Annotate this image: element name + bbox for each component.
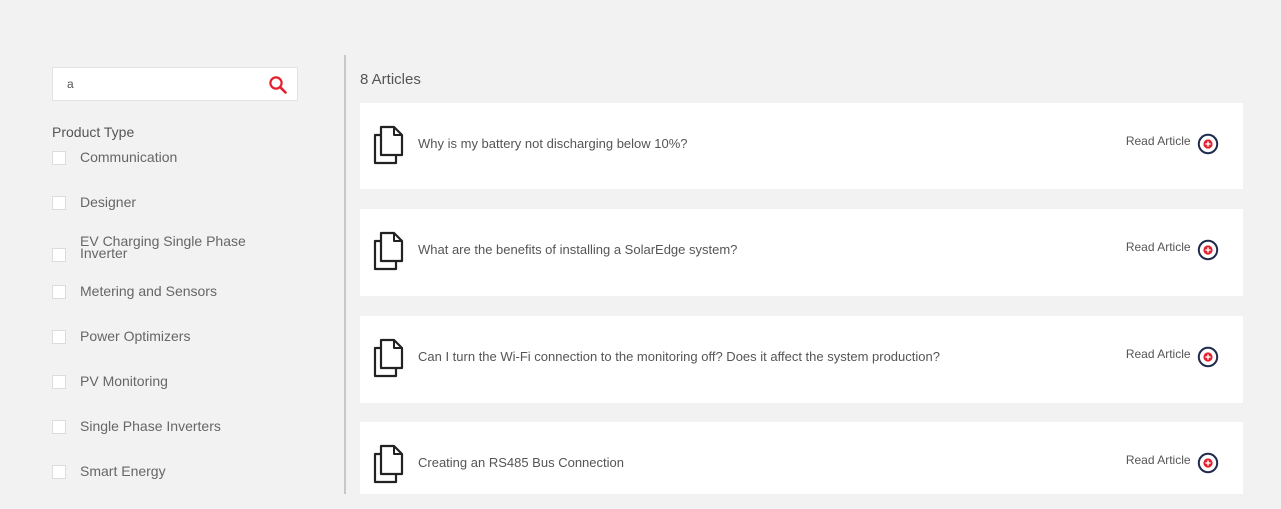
filter-label: EV Charging Single Phase Inverter: [80, 233, 246, 261]
filter-label: PV Monitoring: [80, 373, 168, 389]
read-article-link[interactable]: Read Article: [1126, 346, 1219, 368]
filter-item-metering[interactable]: Metering and Sensors: [52, 284, 302, 329]
read-article-label: Read Article: [1125, 134, 1191, 148]
read-article-link[interactable]: Read Article: [1126, 133, 1219, 155]
document-icon: [373, 338, 404, 378]
filter-label: Single Phase Inverters: [80, 418, 221, 434]
filter-item-pv-monitoring[interactable]: PV Monitoring: [52, 374, 302, 419]
read-article-label: Read Article: [1125, 347, 1191, 361]
checkbox[interactable]: [52, 375, 66, 389]
document-icon: [373, 125, 404, 165]
filter-item-communication[interactable]: Communication: [52, 150, 302, 195]
read-article-link[interactable]: Read Article: [1126, 452, 1219, 474]
article-title[interactable]: Can I turn the Wi-Fi connection to the m…: [418, 349, 940, 364]
filter-sidebar: Product Type Communication Designer EV C…: [52, 67, 302, 509]
plus-circle-icon[interactable]: [1197, 346, 1219, 368]
article-title[interactable]: What are the benefits of installing a So…: [418, 242, 737, 257]
checkbox[interactable]: [52, 196, 66, 210]
article-title[interactable]: Why is my battery not discharging below …: [418, 136, 688, 151]
filter-label: Communication: [80, 149, 178, 165]
checkbox[interactable]: [52, 420, 66, 434]
filter-label: Designer: [80, 194, 137, 210]
article-card[interactable]: Creating an RS485 Bus Connection Read Ar…: [360, 422, 1243, 494]
filter-heading: Product Type: [52, 124, 135, 140]
filter-item-power-optimizers[interactable]: Power Optimizers: [52, 329, 302, 374]
vertical-divider: [344, 55, 346, 494]
checkbox[interactable]: [52, 151, 66, 165]
article-title[interactable]: Creating an RS485 Bus Connection: [418, 455, 624, 470]
filter-item-single-phase[interactable]: Single Phase Inverters: [52, 419, 302, 464]
articles-panel: 8 Articles Why is my battery not dischar…: [360, 70, 1243, 494]
checkbox[interactable]: [52, 285, 66, 299]
checkbox[interactable]: [52, 465, 66, 479]
document-icon: [373, 444, 404, 484]
checkbox[interactable]: [52, 248, 66, 262]
plus-circle-icon[interactable]: [1197, 239, 1219, 261]
filter-list: Communication Designer EV Charging Singl…: [52, 150, 302, 509]
search-input[interactable]: [53, 68, 267, 100]
plus-circle-icon[interactable]: [1197, 133, 1219, 155]
read-article-label: Read Article: [1125, 453, 1191, 467]
filter-item-smart-energy[interactable]: Smart Energy: [52, 464, 302, 509]
article-card[interactable]: Why is my battery not discharging below …: [360, 103, 1243, 189]
search-icon[interactable]: [268, 75, 288, 95]
plus-circle-icon[interactable]: [1197, 452, 1219, 474]
article-card[interactable]: What are the benefits of installing a So…: [360, 209, 1243, 296]
read-article-label: Read Article: [1125, 240, 1191, 254]
search-box: [52, 67, 298, 101]
filter-label: Metering and Sensors: [80, 283, 217, 299]
filter-label: Power Optimizers: [80, 328, 191, 344]
checkbox[interactable]: [52, 330, 66, 344]
filter-item-ev-charging[interactable]: EV Charging Single Phase Inverter: [52, 234, 302, 285]
document-icon: [373, 231, 404, 271]
read-article-link[interactable]: Read Article: [1126, 239, 1219, 261]
filter-label: Smart Energy: [80, 463, 166, 479]
article-count: 8 Articles: [360, 71, 421, 88]
article-card[interactable]: Can I turn the Wi-Fi connection to the m…: [360, 316, 1243, 403]
